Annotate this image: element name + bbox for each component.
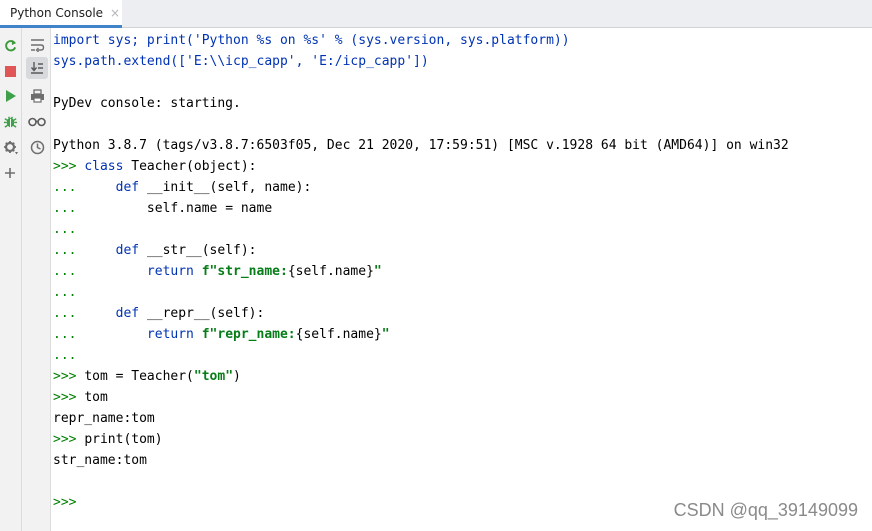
console-text: repr_name:tom	[53, 411, 155, 426]
console-text: f"repr_name:	[201, 327, 296, 342]
console-output[interactable]: import sys; print('Python %s on %s' % (s…	[53, 30, 872, 531]
console-line: repr_name:tom	[53, 408, 872, 429]
stop-icon[interactable]	[4, 65, 17, 78]
console-line: ... def __str__(self):	[53, 240, 872, 261]
console-options-toolbar	[22, 28, 51, 531]
rerun-icon[interactable]	[3, 38, 18, 53]
console-line: ... self.name = name	[53, 198, 872, 219]
console-text: def	[115, 243, 147, 258]
console-actions-toolbar	[0, 28, 22, 531]
scroll-to-end-toggle[interactable]	[26, 57, 48, 79]
console-line: import sys; print('Python %s on %s' % (s…	[53, 30, 872, 51]
debug-icon[interactable]	[3, 114, 18, 129]
history-icon[interactable]	[30, 140, 45, 155]
console-text: >>>	[53, 369, 85, 384]
console-text: >>>	[53, 495, 77, 510]
scroll-to-end-icon	[30, 62, 43, 74]
console-text: tom = Teacher(	[84, 369, 194, 384]
console-line: Python 3.8.7 (tags/v3.8.7:6503f05, Dec 2…	[53, 135, 872, 156]
console-text: __init__(self, name):	[146, 180, 312, 195]
console-text: ...	[53, 222, 77, 237]
console-text: >>>	[53, 390, 85, 405]
console-text: >>>	[53, 159, 85, 174]
execute-icon[interactable]	[4, 89, 17, 103]
console-text: ...	[53, 306, 116, 321]
console-text: Python 3.8.7 (tags/v3.8.7:6503f05, Dec 2…	[53, 138, 789, 153]
console-text: sys.path.extend(['E:\\icp_capp', 'E:/icp…	[53, 54, 429, 69]
console-text: tom	[84, 390, 108, 405]
tab-python-console[interactable]: Python Console ×	[0, 0, 122, 28]
console-text: )	[233, 369, 241, 384]
console-text: ...	[53, 180, 116, 195]
console-line: ... def __init__(self, name):	[53, 177, 872, 198]
console-text: "	[381, 327, 390, 342]
tab-title: Python Console	[10, 5, 104, 20]
console-line: >>> tom = Teacher("tom")	[53, 366, 872, 387]
console-text: def	[115, 306, 147, 321]
console-text: __str__(self):	[146, 243, 257, 258]
tab-bar: Python Console ×	[0, 0, 872, 28]
console-text: def	[115, 180, 147, 195]
console-line: PyDev console: starting.	[53, 93, 872, 114]
console-text: import sys; print('Python %s on %s' % (s…	[53, 33, 570, 48]
console-text: >>>	[53, 432, 85, 447]
console-line: ... return f"repr_name:{self.name}"	[53, 324, 872, 345]
console-line: >>> tom	[53, 387, 872, 408]
console-text: f"str_name:	[201, 264, 288, 279]
console-text: str_name:tom	[53, 453, 147, 468]
console-text: ...	[53, 243, 116, 258]
print-icon[interactable]	[30, 89, 45, 103]
console-text: {self.name}	[295, 327, 382, 342]
close-icon[interactable]: ×	[110, 7, 120, 19]
add-icon[interactable]	[4, 167, 16, 179]
console-line: >>> print(tom)	[53, 429, 872, 450]
console-line: ... def __repr__(self):	[53, 303, 872, 324]
console-line: str_name:tom	[53, 450, 872, 471]
console-line: sys.path.extend(['E:\\icp_capp', 'E:/icp…	[53, 51, 872, 72]
console-text: print(tom)	[84, 432, 163, 447]
console-text: ...	[53, 348, 77, 363]
console-text: __repr__(self):	[146, 306, 265, 321]
console-line: ...	[53, 345, 872, 366]
console-text: ...	[53, 201, 147, 216]
console-text: return	[146, 264, 202, 279]
console-line: ... return f"str_name:{self.name}"	[53, 261, 872, 282]
show-variables-icon[interactable]	[28, 116, 46, 127]
console-line: >>> class Teacher(object):	[53, 156, 872, 177]
console-text: ...	[53, 285, 77, 300]
console-line: ...	[53, 219, 872, 240]
console-text: Teacher(object):	[131, 159, 257, 174]
console-text: return	[146, 327, 202, 342]
console-line: ...	[53, 282, 872, 303]
watermark: CSDN @qq_39149099	[673, 500, 858, 520]
settings-icon[interactable]	[3, 140, 19, 156]
console-text: "	[373, 264, 382, 279]
soft-wrap-icon[interactable]	[30, 38, 45, 52]
console-text: ...	[53, 264, 147, 279]
console-text: "tom"	[193, 369, 234, 384]
console-text: class	[84, 159, 132, 174]
console-text: self.name = name	[146, 201, 273, 216]
console-text: PyDev console: starting.	[53, 96, 241, 111]
console-text: {self.name}	[287, 264, 374, 279]
console-text: ...	[53, 327, 147, 342]
